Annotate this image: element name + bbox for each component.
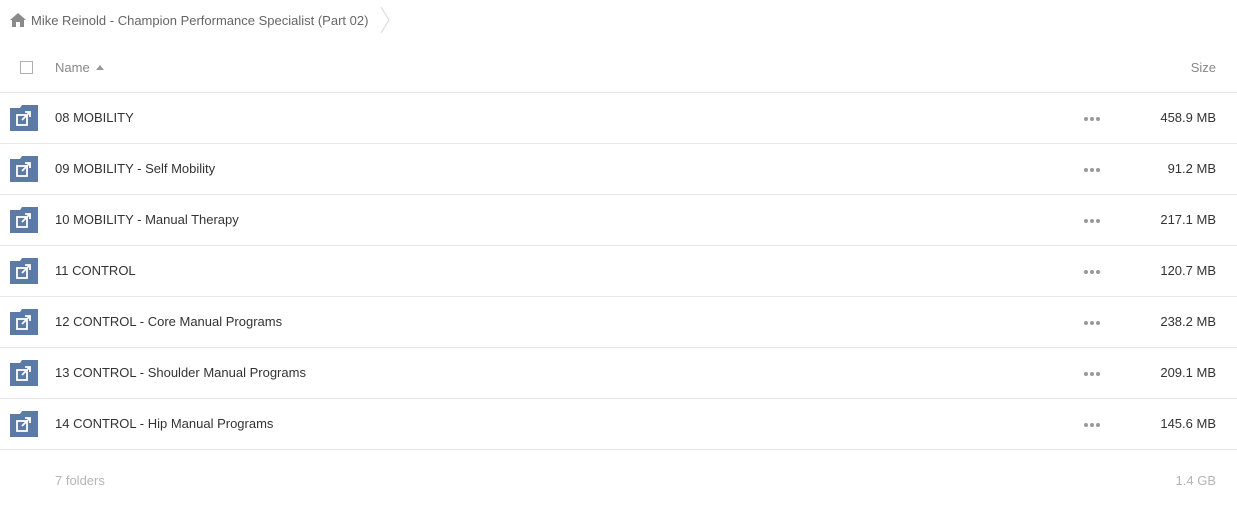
more-options-icon[interactable] bbox=[1084, 218, 1100, 224]
name-column-header[interactable]: Name bbox=[55, 60, 104, 75]
list-item[interactable]: 11 CONTROL 120.7 MB bbox=[0, 246, 1237, 297]
name-column-label: Name bbox=[55, 60, 90, 75]
list-item[interactable]: 12 CONTROL - Core Manual Programs 238.2 … bbox=[0, 297, 1237, 348]
shared-folder-icon bbox=[10, 309, 38, 335]
folder-size: 145.6 MB bbox=[1160, 416, 1216, 431]
home-icon[interactable] bbox=[10, 13, 26, 27]
chevron-right-icon bbox=[380, 6, 391, 34]
more-options-icon[interactable] bbox=[1084, 320, 1100, 326]
folder-size: 217.1 MB bbox=[1160, 212, 1216, 227]
shared-folder-icon bbox=[10, 156, 38, 182]
list-item[interactable]: 08 MOBILITY 458.9 MB bbox=[0, 93, 1237, 144]
folder-name[interactable]: 08 MOBILITY bbox=[55, 110, 134, 125]
folder-list: 08 MOBILITY 458.9 MB 09 MOBILITY - Self … bbox=[0, 93, 1237, 450]
folder-name[interactable]: 09 MOBILITY - Self Mobility bbox=[55, 161, 215, 176]
list-header: Name Size bbox=[0, 43, 1237, 93]
select-all-checkbox[interactable] bbox=[20, 61, 33, 74]
folder-size: 458.9 MB bbox=[1160, 110, 1216, 125]
breadcrumb: Mike Reinold - Champion Performance Spec… bbox=[10, 0, 391, 40]
more-options-icon[interactable] bbox=[1084, 116, 1100, 122]
more-options-icon[interactable] bbox=[1084, 422, 1100, 428]
folder-name[interactable]: 12 CONTROL - Core Manual Programs bbox=[55, 314, 282, 329]
list-item[interactable]: 09 MOBILITY - Self Mobility 91.2 MB bbox=[0, 144, 1237, 195]
folder-name[interactable]: 13 CONTROL - Shoulder Manual Programs bbox=[55, 365, 306, 380]
list-item[interactable]: 10 MOBILITY - Manual Therapy 217.1 MB bbox=[0, 195, 1237, 246]
more-options-icon[interactable] bbox=[1084, 167, 1100, 173]
size-column-header[interactable]: Size bbox=[1191, 60, 1216, 75]
more-options-icon[interactable] bbox=[1084, 269, 1100, 275]
folder-count: 7 folders bbox=[55, 473, 105, 488]
shared-folder-icon bbox=[10, 105, 38, 131]
breadcrumb-title[interactable]: Mike Reinold - Champion Performance Spec… bbox=[31, 13, 368, 28]
folder-size: 120.7 MB bbox=[1160, 263, 1216, 278]
folder-name[interactable]: 10 MOBILITY - Manual Therapy bbox=[55, 212, 239, 227]
shared-folder-icon bbox=[10, 207, 38, 233]
folder-name[interactable]: 11 CONTROL bbox=[55, 263, 136, 278]
shared-folder-icon bbox=[10, 258, 38, 284]
total-size: 1.4 GB bbox=[1175, 473, 1216, 488]
shared-folder-icon bbox=[10, 411, 38, 437]
folder-size: 91.2 MB bbox=[1167, 161, 1216, 176]
sort-ascending-icon bbox=[95, 65, 104, 70]
list-item[interactable]: 13 CONTROL - Shoulder Manual Programs 20… bbox=[0, 348, 1237, 399]
list-item[interactable]: 14 CONTROL - Hip Manual Programs 145.6 M… bbox=[0, 399, 1237, 450]
more-options-icon[interactable] bbox=[1084, 371, 1100, 377]
folder-name[interactable]: 14 CONTROL - Hip Manual Programs bbox=[55, 416, 273, 431]
folder-size: 238.2 MB bbox=[1160, 314, 1216, 329]
list-footer: 7 folders 1.4 GB bbox=[0, 450, 1237, 510]
shared-folder-icon bbox=[10, 360, 38, 386]
folder-size: 209.1 MB bbox=[1160, 365, 1216, 380]
